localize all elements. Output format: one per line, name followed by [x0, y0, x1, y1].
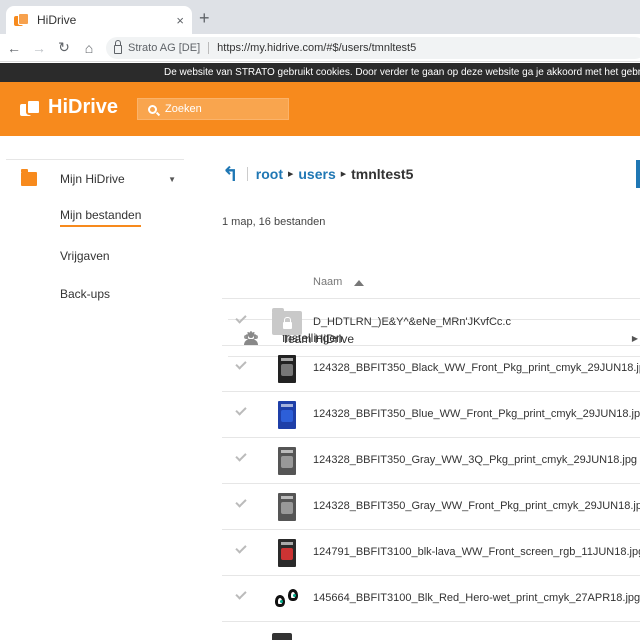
- tab-title: HiDrive: [37, 13, 77, 27]
- search-icon: [148, 104, 157, 114]
- table-row[interactable]: D_HDTLRN_)E&Y^&eNe_MRn'JKvfCc.c: [222, 300, 640, 346]
- forward-icon[interactable]: →: [28, 40, 50, 56]
- hidrive-favicon-icon: [14, 13, 29, 27]
- tab-close-icon[interactable]: ×: [176, 13, 184, 28]
- breadcrumb: ↰ root ▶ users ▶ tmnltest5: [222, 160, 640, 188]
- table-row[interactable]: 124328_BBFIT350_Gray_WW_Front_Pkg_print_…: [222, 484, 640, 530]
- search-box[interactable]: [137, 98, 289, 120]
- sidebar-item-label: Back-ups: [60, 287, 111, 302]
- breadcrumb-root[interactable]: root: [256, 166, 283, 182]
- site-identity: Strato AG [DE]: [128, 42, 201, 54]
- reload-icon[interactable]: ↻: [53, 39, 75, 56]
- upload-button-edge[interactable]: [636, 160, 640, 188]
- hidrive-logo[interactable]: HiDrive: [20, 96, 118, 119]
- file-name[interactable]: D_HDTLRN_)E&Y^&eNe_MRn'JKvfCc.c: [313, 316, 511, 328]
- checkmark-icon[interactable]: [235, 404, 247, 416]
- file-name[interactable]: 145664_BBFIT3100_Blk_Red_Hero-wet_print_…: [313, 592, 640, 604]
- breadcrumb-divider: [246, 167, 248, 181]
- file-thumbnail: [272, 633, 292, 640]
- file-thumbnail: [272, 400, 302, 430]
- search-input[interactable]: [165, 103, 285, 115]
- url-text: https://my.hidrive.com/#$/users/tmnltest…: [217, 42, 417, 54]
- browser-tabstrip: HiDrive × +: [0, 0, 640, 34]
- table-row[interactable]: 145664_BBFIT3100_Blk_Red_Hero-wet_print_…: [222, 576, 640, 622]
- lock-icon: [114, 40, 122, 54]
- file-thumbnail: [272, 538, 302, 568]
- omnibox-divider: [208, 42, 210, 54]
- file-thumbnail: [272, 584, 302, 614]
- file-list: D_HDTLRN_)E&Y^&eNe_MRn'JKvfCc.c 124328_B…: [222, 300, 640, 622]
- file-name[interactable]: 124328_BBFIT350_Gray_WW_3Q_Pkg_print_cmy…: [313, 454, 637, 466]
- sidebar-item-label: Vrijgaven: [60, 248, 110, 263]
- file-thumbnail: [272, 354, 302, 384]
- breadcrumb-arrow-icon: ▶: [287, 171, 294, 178]
- sidebar-item-mijn-hidrive[interactable]: Mijn HiDrive ▼: [6, 159, 184, 198]
- checkmark-icon[interactable]: [235, 312, 247, 324]
- table-row[interactable]: 124791_BBFIT3100_blk-lava_WW_Front_scree…: [222, 530, 640, 576]
- sidebar-item-mijn-bestanden[interactable]: Mijn bestanden: [6, 198, 184, 237]
- sidebar-item-label: Mijn bestanden: [60, 208, 142, 227]
- checkmark-icon[interactable]: [235, 588, 247, 600]
- breadcrumb-current: tmnltest5: [351, 166, 414, 182]
- file-table-header: Naam: [222, 267, 640, 299]
- logo-text: HiDrive: [48, 96, 119, 118]
- checkmark-icon[interactable]: [235, 542, 247, 554]
- table-row[interactable]: 124328_BBFIT350_Blue_WW_Front_Pkg_print_…: [222, 392, 640, 438]
- folder-icon: [21, 169, 37, 186]
- table-row[interactable]: 124328_BBFIT350_Gray_WW_3Q_Pkg_print_cmy…: [222, 438, 640, 484]
- app-header: HiDrive: [0, 82, 640, 136]
- browser-tab[interactable]: HiDrive ×: [6, 6, 192, 34]
- column-header-name[interactable]: Naam: [313, 276, 342, 288]
- breadcrumb-users[interactable]: users: [298, 166, 335, 182]
- sidebar-item-label: Mijn HiDrive: [60, 172, 125, 186]
- browser-toolbar: ← → ↻ ⌂ Strato AG [DE] https://my.hidriv…: [0, 34, 640, 62]
- sort-ascending-icon[interactable]: [354, 280, 364, 286]
- locked-folder-icon: [272, 308, 302, 338]
- sidebar-item-vrijgaven[interactable]: Vrijgaven: [6, 237, 184, 276]
- new-tab-icon[interactable]: +: [199, 9, 210, 27]
- folder-summary: 1 map, 16 bestanden: [222, 216, 326, 228]
- checkmark-icon[interactable]: [235, 450, 247, 462]
- sidebar: Mijn HiDrive ▼ Mijn bestanden Vrijgaven …: [6, 159, 640, 357]
- file-name[interactable]: 124328_BBFIT350_Blue_WW_Front_Pkg_print_…: [313, 408, 640, 420]
- hidrive-logo-icon: [20, 98, 41, 117]
- checkmark-icon[interactable]: [235, 358, 247, 370]
- home-icon[interactable]: ⌂: [78, 40, 100, 56]
- up-arrow-icon[interactable]: ↰: [222, 162, 239, 187]
- chevron-down-icon: ▼: [168, 174, 176, 184]
- file-name[interactable]: 124328_BBFIT350_Black_WW_Front_Pkg_print…: [313, 362, 640, 374]
- sidebar-item-back-ups[interactable]: Back-ups: [6, 275, 184, 314]
- file-thumbnail: [272, 492, 302, 522]
- address-bar[interactable]: Strato AG [DE] https://my.hidrive.com/#$…: [106, 37, 640, 59]
- table-row[interactable]: 124328_BBFIT350_Black_WW_Front_Pkg_print…: [222, 346, 640, 392]
- checkmark-icon[interactable]: [235, 496, 247, 508]
- file-name[interactable]: 124328_BBFIT350_Gray_WW_Front_Pkg_print_…: [313, 500, 640, 512]
- file-thumbnail: [272, 446, 302, 476]
- cookie-banner: De website van STRATO gebruikt cookies. …: [0, 63, 640, 82]
- back-icon[interactable]: ←: [3, 40, 25, 56]
- file-name[interactable]: 124791_BBFIT3100_blk-lava_WW_Front_scree…: [313, 546, 640, 558]
- breadcrumb-arrow-icon: ▶: [340, 171, 347, 178]
